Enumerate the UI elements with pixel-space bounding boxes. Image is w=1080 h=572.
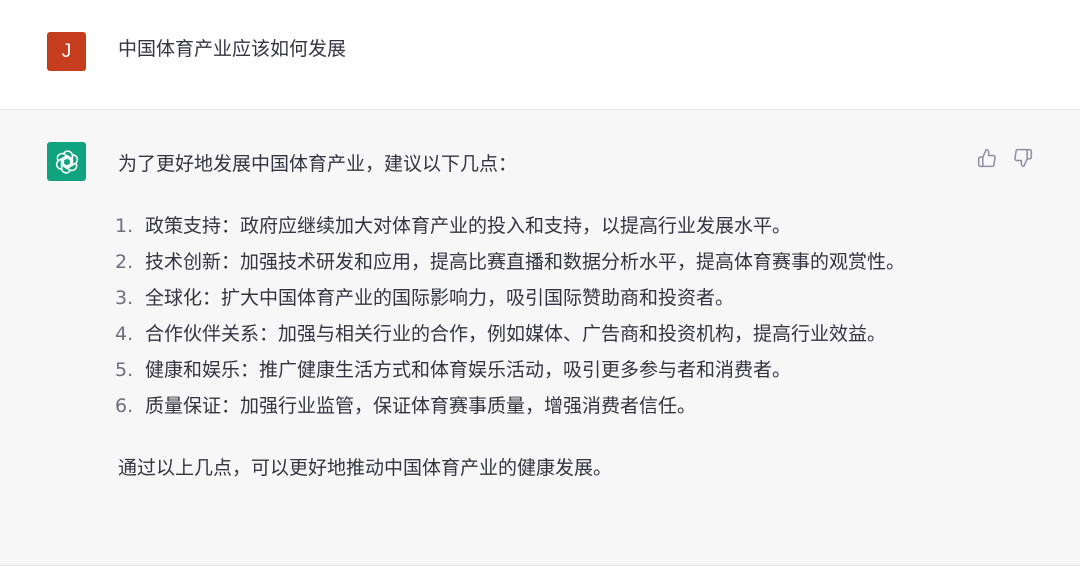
list-item-number: 5. (115, 359, 134, 381)
list-item-number: 4. (115, 323, 134, 345)
user-message-row: J 中国体育产业应该如何发展 (0, 0, 1080, 110)
list-item: 3. 全球化：扩大中国体育产业的国际影响力，吸引国际赞助商和投资者。 (115, 280, 948, 316)
list-item: 1. 政策支持：政府应继续加大对体育产业的投入和支持，以提高行业发展水平。 (115, 208, 948, 244)
list-item: 5. 健康和娱乐：推广健康生活方式和体育娱乐活动，吸引更多参与者和消费者。 (115, 352, 948, 388)
list-item-text: 质量保证：加强行业监管，保证体育赛事质量，增强消费者信任。 (145, 395, 697, 417)
list-item-text: 政策支持：政府应继续加大对体育产业的投入和支持，以提高行业发展水平。 (145, 215, 792, 237)
list-item-text: 健康和娱乐：推广健康生活方式和体育娱乐活动，吸引更多参与者和消费者。 (145, 359, 792, 381)
openai-logo-icon (47, 142, 86, 181)
list-item-number: 2. (115, 251, 134, 273)
assistant-intro: 为了更好地发展中国体育产业，建议以下几点： (118, 153, 518, 175)
list-item-number: 1. (115, 215, 134, 237)
list-item-number: 6. (115, 395, 134, 417)
suggestion-list: 1. 政策支持：政府应继续加大对体育产业的投入和支持，以提高行业发展水平。 2.… (115, 208, 948, 424)
assistant-message-row: 为了更好地发展中国体育产业，建议以下几点： 1. 政策支持：政府应继续加大对体育… (0, 110, 1080, 566)
user-avatar: J (47, 32, 86, 71)
list-item-text: 合作伙伴关系：加强与相关行业的合作，例如媒体、广告商和投资机构，提高行业效益。 (145, 323, 887, 345)
assistant-outro: 通过以上几点，可以更好地推动中国体育产业的健康发展。 (118, 457, 613, 479)
thumbs-down-icon[interactable] (1012, 147, 1034, 169)
list-item: 6. 质量保证：加强行业监管，保证体育赛事质量，增强消费者信任。 (115, 388, 948, 424)
feedback-buttons (976, 147, 1034, 169)
user-message-text: 中国体育产业应该如何发展 (118, 38, 347, 60)
list-item-text: 技术创新：加强技术研发和应用，提高比赛直播和数据分析水平，提高体育赛事的观赏性。 (145, 251, 906, 273)
list-item-text: 全球化：扩大中国体育产业的国际影响力，吸引国际赞助商和投资者。 (145, 287, 735, 309)
assistant-message-content: 为了更好地发展中国体育产业，建议以下几点： 1. 政策支持：政府应继续加大对体育… (115, 146, 948, 486)
list-item: 2. 技术创新：加强技术研发和应用，提高比赛直播和数据分析水平，提高体育赛事的观… (115, 244, 948, 280)
thumbs-up-icon[interactable] (976, 147, 998, 169)
list-item: 4. 合作伙伴关系：加强与相关行业的合作，例如媒体、广告商和投资机构，提高行业效… (115, 316, 948, 352)
list-item-number: 3. (115, 287, 134, 309)
